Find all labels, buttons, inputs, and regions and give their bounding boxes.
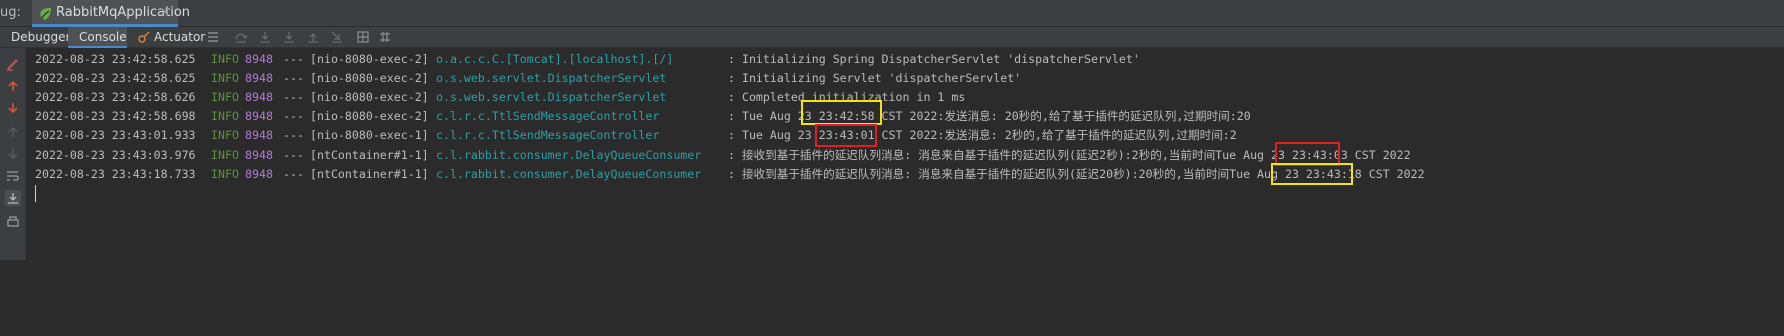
log-message: : Tue Aug 23 23:43:01 CST 2022:发送消息: 2秒的… [728, 128, 1237, 142]
run-to-cursor-icon[interactable] [330, 30, 344, 44]
log-thread: [nio-8080-exec-2] [310, 52, 429, 66]
evaluate-expression-icon[interactable] [356, 30, 370, 44]
console-gutter [0, 48, 26, 260]
step-out-icon[interactable] [306, 30, 320, 44]
actuator-icon [138, 31, 150, 43]
log-thread: [nio-8080-exec-1] [310, 128, 429, 142]
log-pid: 8948 [245, 128, 273, 142]
log-line: 2022-08-23 23:42:58.698 INFO 8948 --- [n… [35, 107, 1251, 126]
close-icon[interactable]: × [159, 5, 170, 20]
log-logger-link[interactable]: c.l.rabbit.consumer.DelayQueueConsumer [436, 165, 701, 184]
debug-panel-label: ug: [0, 5, 21, 20]
log-logger-link[interactable]: o.s.web.servlet.DispatcherServlet [436, 69, 666, 88]
log-line: 2022-08-23 23:43:01.933 INFO 8948 --- [n… [35, 126, 1237, 145]
log-message: : Initializing Spring DispatcherServlet … [728, 52, 1140, 66]
log-pid: 8948 [245, 52, 273, 66]
log-line: 2022-08-23 23:42:58.626 INFO 8948 --- [n… [35, 88, 965, 107]
log-logger-link[interactable]: c.l.rabbit.consumer.DelayQueueConsumer [436, 146, 701, 165]
log-timestamp: 2022-08-23 23:42:58.626 [35, 90, 196, 104]
log-timestamp: 2022-08-23 23:42:58.698 [35, 109, 196, 123]
log-timestamp: 2022-08-23 23:43:18.733 [35, 167, 196, 181]
log-timestamp: 2022-08-23 23:43:01.933 [35, 128, 196, 142]
log-separator: --- [283, 90, 304, 104]
log-logger-link[interactable]: c.l.r.c.TtlSendMessageController [436, 107, 659, 126]
log-timestamp: 2022-08-23 23:42:58.625 [35, 52, 196, 66]
log-pid: 8948 [245, 167, 273, 181]
log-message: : Initializing Servlet 'dispatcherServle… [728, 71, 1022, 85]
log-pid: 8948 [245, 148, 273, 162]
debug-session-bar: ug: RabbitMqApplication × [0, 0, 1784, 27]
tab-actuator[interactable]: Actuator [154, 30, 205, 44]
arrow-down-icon[interactable] [5, 100, 21, 116]
down-disabled-icon[interactable] [5, 146, 21, 162]
highlight-box-yellow-sent-20s [801, 100, 882, 125]
log-timestamp: 2022-08-23 23:42:58.625 [35, 71, 196, 85]
up-disabled-icon[interactable] [5, 124, 21, 140]
log-pid: 8948 [245, 109, 273, 123]
arrow-up-icon[interactable] [5, 78, 21, 94]
log-line: 2022-08-23 23:42:58.625 INFO 8948 --- [n… [35, 69, 1021, 88]
log-pid: 8948 [245, 90, 273, 104]
highlight-box-yellow-received-20s [1271, 163, 1353, 185]
log-separator: --- [283, 128, 304, 142]
tab-debugger[interactable]: Debugger [11, 30, 70, 44]
log-logger-link[interactable]: c.l.r.c.TtlSendMessageController [436, 126, 659, 145]
log-level: INFO [211, 167, 239, 181]
trace-icon[interactable] [378, 30, 392, 44]
log-level: INFO [211, 148, 239, 162]
debug-tool-tabs: Debugger Console Actuator [0, 27, 1784, 48]
log-separator: --- [283, 71, 304, 85]
log-level: INFO [211, 128, 239, 142]
log-line: 2022-08-23 23:43:18.733 INFO 8948 --- [n… [35, 165, 1425, 184]
step-into-icon[interactable] [258, 30, 272, 44]
console-output[interactable]: 2022-08-23 23:42:58.625 INFO 8948 --- [n… [26, 48, 1784, 260]
text-caret [35, 185, 36, 202]
log-logger-link[interactable]: o.s.web.servlet.DispatcherServlet [436, 88, 666, 107]
log-logger-link[interactable]: o.a.c.c.C.[Tomcat].[localhost].[/] [436, 50, 673, 69]
log-thread: [ntContainer#1-1] [310, 167, 429, 181]
print-icon[interactable] [5, 214, 21, 230]
spring-leaf-icon [40, 8, 51, 20]
log-pid: 8948 [245, 71, 273, 85]
log-separator: --- [283, 148, 304, 162]
highlight-box-red-sent-2s [815, 124, 877, 147]
tab-console[interactable]: Console [68, 27, 127, 48]
log-level: INFO [211, 109, 239, 123]
log-line: 2022-08-23 23:43:03.976 INFO 8948 --- [n… [35, 146, 1411, 165]
log-separator: --- [283, 52, 304, 66]
log-level: INFO [211, 52, 239, 66]
run-config-label: RabbitMqApplication [56, 5, 191, 20]
clear-console-icon[interactable] [5, 56, 21, 72]
log-separator: --- [283, 167, 304, 181]
log-thread: [ntContainer#1-1] [310, 148, 429, 162]
step-over-icon[interactable] [234, 30, 248, 44]
soft-wrap-icon[interactable] [5, 168, 21, 184]
run-config-tab[interactable]: RabbitMqApplication [32, 0, 190, 27]
log-separator: --- [283, 109, 304, 123]
log-thread: [nio-8080-exec-2] [310, 90, 429, 104]
log-thread: [nio-8080-exec-2] [310, 71, 429, 85]
log-level: INFO [211, 71, 239, 85]
log-level: INFO [211, 90, 239, 104]
log-line: 2022-08-23 23:42:58.625 INFO 8948 --- [n… [35, 50, 1140, 69]
scroll-to-end-icon[interactable] [5, 190, 21, 206]
menu-lines-icon[interactable] [206, 30, 220, 44]
force-step-into-icon[interactable] [282, 30, 296, 44]
log-timestamp: 2022-08-23 23:43:03.976 [35, 148, 196, 162]
log-thread: [nio-8080-exec-2] [310, 109, 429, 123]
